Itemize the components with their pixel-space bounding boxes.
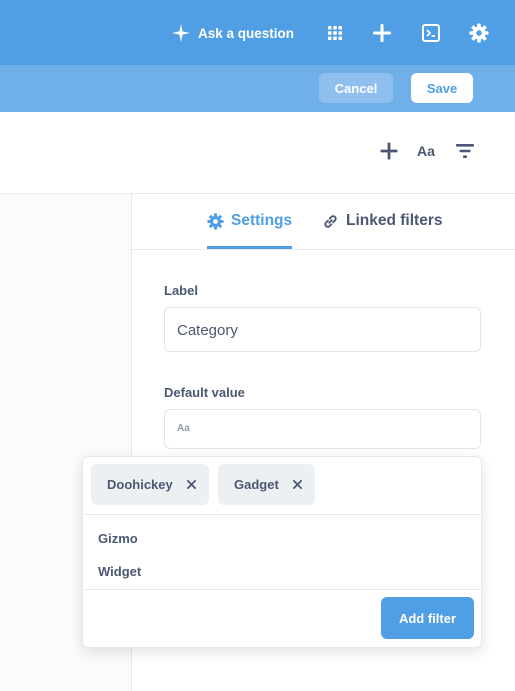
value-chip-label: Gadget — [234, 477, 279, 492]
ask-question-label: Ask a question — [198, 25, 295, 41]
tab-settings-label: Settings — [231, 212, 293, 229]
cancel-button[interactable]: Cancel — [319, 73, 393, 103]
popover-divider — [83, 514, 481, 515]
link-icon — [324, 214, 337, 228]
label-input-value: Category — [177, 322, 238, 339]
terminal-icon[interactable] — [420, 22, 442, 44]
dashboard-toolbar — [0, 112, 515, 194]
add-filter-button[interactable]: Add filter — [381, 597, 474, 639]
sidebar-tabs: Settings Linked filters — [132, 194, 515, 250]
default-value-title: Default value — [164, 385, 245, 400]
value-chip-label: Doohickey — [107, 477, 173, 492]
value-option[interactable]: Gizmo — [98, 531, 138, 546]
default-value-input[interactable]: Aa — [164, 409, 481, 449]
value-chip[interactable]: Doohickey — [91, 464, 209, 505]
gear-icon — [207, 212, 224, 230]
value-chip[interactable]: Gadget — [218, 464, 315, 505]
label-field-title: Label — [164, 283, 198, 298]
filter-values-popover: Doohickey Gadget Gizmo Widget Add filter — [82, 456, 482, 648]
tab-linked-filters-label: Linked filters — [346, 212, 443, 229]
filter-icon[interactable] — [455, 141, 475, 161]
close-icon[interactable] — [186, 479, 196, 491]
add-text-icon[interactable]: Aa — [416, 141, 436, 161]
save-button[interactable]: Save — [411, 73, 473, 103]
grid-icon[interactable] — [324, 22, 346, 44]
close-icon[interactable] — [292, 479, 302, 491]
tab-settings[interactable]: Settings — [207, 194, 293, 249]
gear-icon[interactable] — [468, 22, 490, 44]
value-option[interactable]: Widget — [98, 564, 141, 579]
popover-divider — [83, 589, 481, 590]
ask-question-button[interactable]: Ask a question — [172, 22, 294, 44]
sparkle-icon — [172, 24, 190, 42]
add-card-plus-icon[interactable] — [379, 141, 399, 161]
tab-linked-filters[interactable]: Linked filters — [322, 194, 442, 248]
plus-icon[interactable] — [371, 22, 393, 44]
default-value-placeholder: Aa — [177, 423, 190, 434]
label-input[interactable]: Category — [164, 307, 481, 352]
